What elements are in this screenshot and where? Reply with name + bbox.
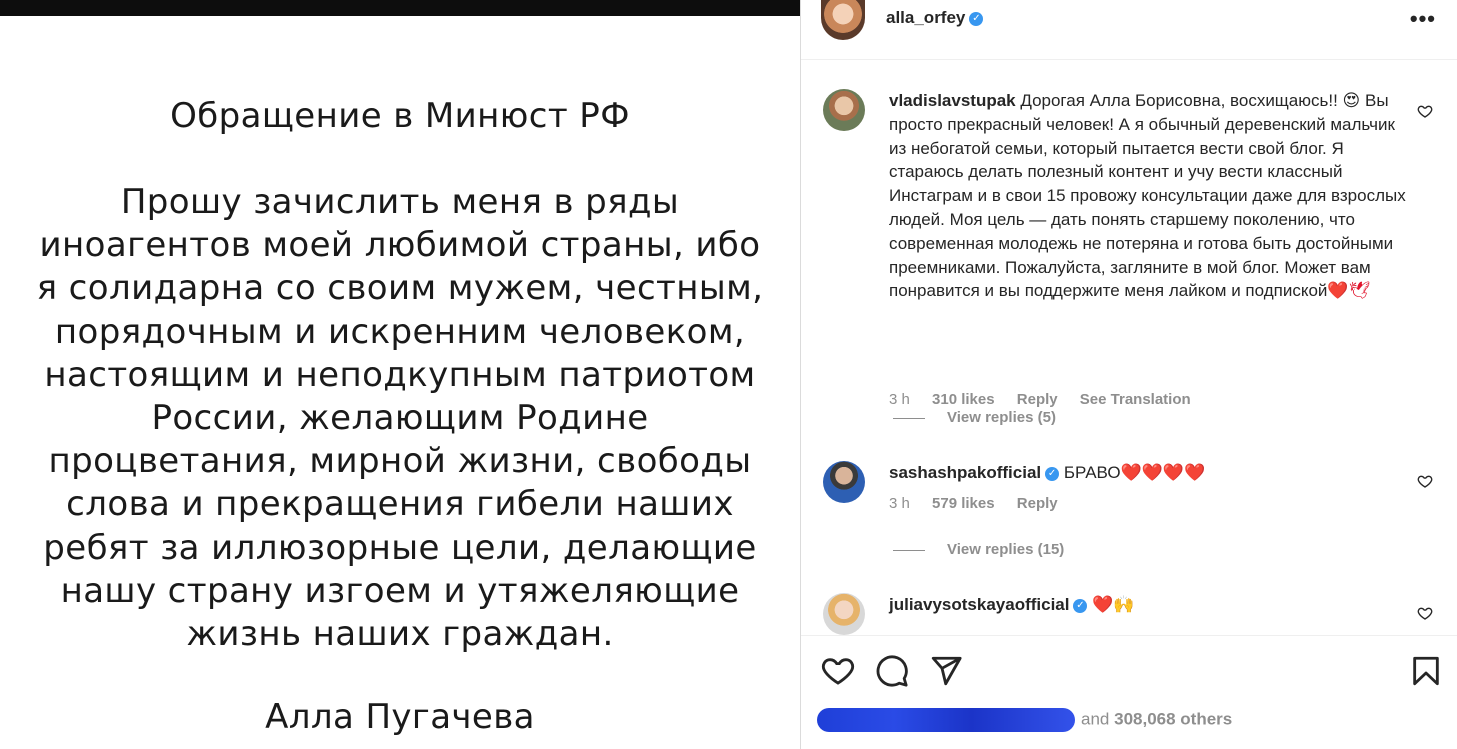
- comment-bubble-icon[interactable]: [875, 654, 909, 688]
- comment-emoji: ❤️🙌: [1092, 595, 1135, 614]
- verified-badge-icon: ✓: [1073, 598, 1088, 613]
- comment-time: 3 h: [889, 391, 910, 408]
- comment-meta: 3 h 579 likes Reply: [889, 495, 1076, 512]
- likes-summary: and 308,068 others: [817, 708, 1232, 732]
- post-header: alla_orfey ✓ •••: [801, 0, 1457, 60]
- comment-text: vladislavstupak Дорогая Алла Борисовна, …: [889, 89, 1409, 303]
- more-options-icon[interactable]: •••: [1410, 6, 1436, 32]
- likes-count[interactable]: 308,068 others: [1114, 709, 1232, 728]
- commenter-avatar[interactable]: [823, 461, 865, 503]
- author-avatar[interactable]: [821, 0, 865, 40]
- comment-emoji: ❤️❤️❤️❤️: [1120, 463, 1206, 482]
- post-image-top-bar: [0, 0, 800, 16]
- comment-time: 3 h: [889, 495, 910, 512]
- view-replies-label: View replies (15): [947, 541, 1065, 558]
- commenter-avatar[interactable]: [823, 593, 865, 635]
- post-signature: Алла Пугачева: [265, 697, 535, 737]
- comments-panel: alla_orfey ✓ ••• vladislavstupak Дорогая …: [800, 0, 1457, 749]
- comment-text: sashashpakofficial ✓ БРАВО❤️❤️❤️❤️: [889, 461, 1409, 485]
- reply-button[interactable]: Reply: [1017, 391, 1058, 408]
- post-body: Прошу зачислить меня в ряды иноагентов м…: [36, 182, 764, 655]
- like-heart-icon[interactable]: [821, 654, 855, 688]
- reply-button[interactable]: Reply: [1017, 495, 1058, 512]
- like-comment-heart-icon[interactable]: [1417, 473, 1433, 489]
- liked-by-redacted-scribble: [817, 708, 1075, 732]
- comment-username[interactable]: sashashpakofficial: [889, 463, 1041, 482]
- share-send-icon[interactable]: [929, 654, 963, 688]
- comment-text: juliavysotskayaofficial ✓ ❤️🙌: [889, 593, 1409, 617]
- save-bookmark-icon[interactable]: [1409, 654, 1443, 688]
- comment-username[interactable]: juliavysotskayaofficial: [889, 595, 1069, 614]
- comment-body: Дорогая Алла Борисовна, восхищаюсь!! 😍 В…: [889, 91, 1406, 301]
- verified-badge-icon: ✓: [969, 11, 984, 26]
- see-translation-button[interactable]: See Translation: [1080, 391, 1191, 408]
- view-replies-label: View replies (5): [947, 409, 1056, 426]
- view-replies-button[interactable]: View replies (5): [893, 409, 1056, 426]
- post-image: Обращение в Минюст РФ Прошу зачислить ме…: [0, 0, 800, 749]
- likes-prefix: and: [1081, 709, 1110, 729]
- comment-list: vladislavstupak Дорогая Алла Борисовна, …: [801, 61, 1457, 635]
- replies-divider-line: [893, 417, 925, 419]
- commenter-avatar[interactable]: [823, 89, 865, 131]
- view-replies-button[interactable]: View replies (15): [893, 541, 1064, 558]
- like-comment-heart-icon[interactable]: [1417, 103, 1433, 119]
- author-username[interactable]: alla_orfey: [886, 8, 965, 27]
- comment-emoji: ❤️🕊: [1327, 281, 1371, 301]
- verified-badge-icon: ✓: [1045, 466, 1060, 481]
- author-name-row: alla_orfey ✓: [886, 8, 984, 28]
- like-comment-heart-icon[interactable]: [1417, 605, 1433, 621]
- comment-likes[interactable]: 310 likes: [932, 391, 995, 408]
- post-title: Обращение в Минюст РФ: [170, 96, 630, 136]
- comment-username[interactable]: vladislavstupak: [889, 91, 1016, 110]
- comment-body: БРАВО: [1063, 463, 1121, 482]
- replies-divider-line: [893, 549, 925, 551]
- comment-meta: 3 h 310 likes Reply See Translation: [889, 391, 1209, 408]
- comment-likes[interactable]: 579 likes: [932, 495, 995, 512]
